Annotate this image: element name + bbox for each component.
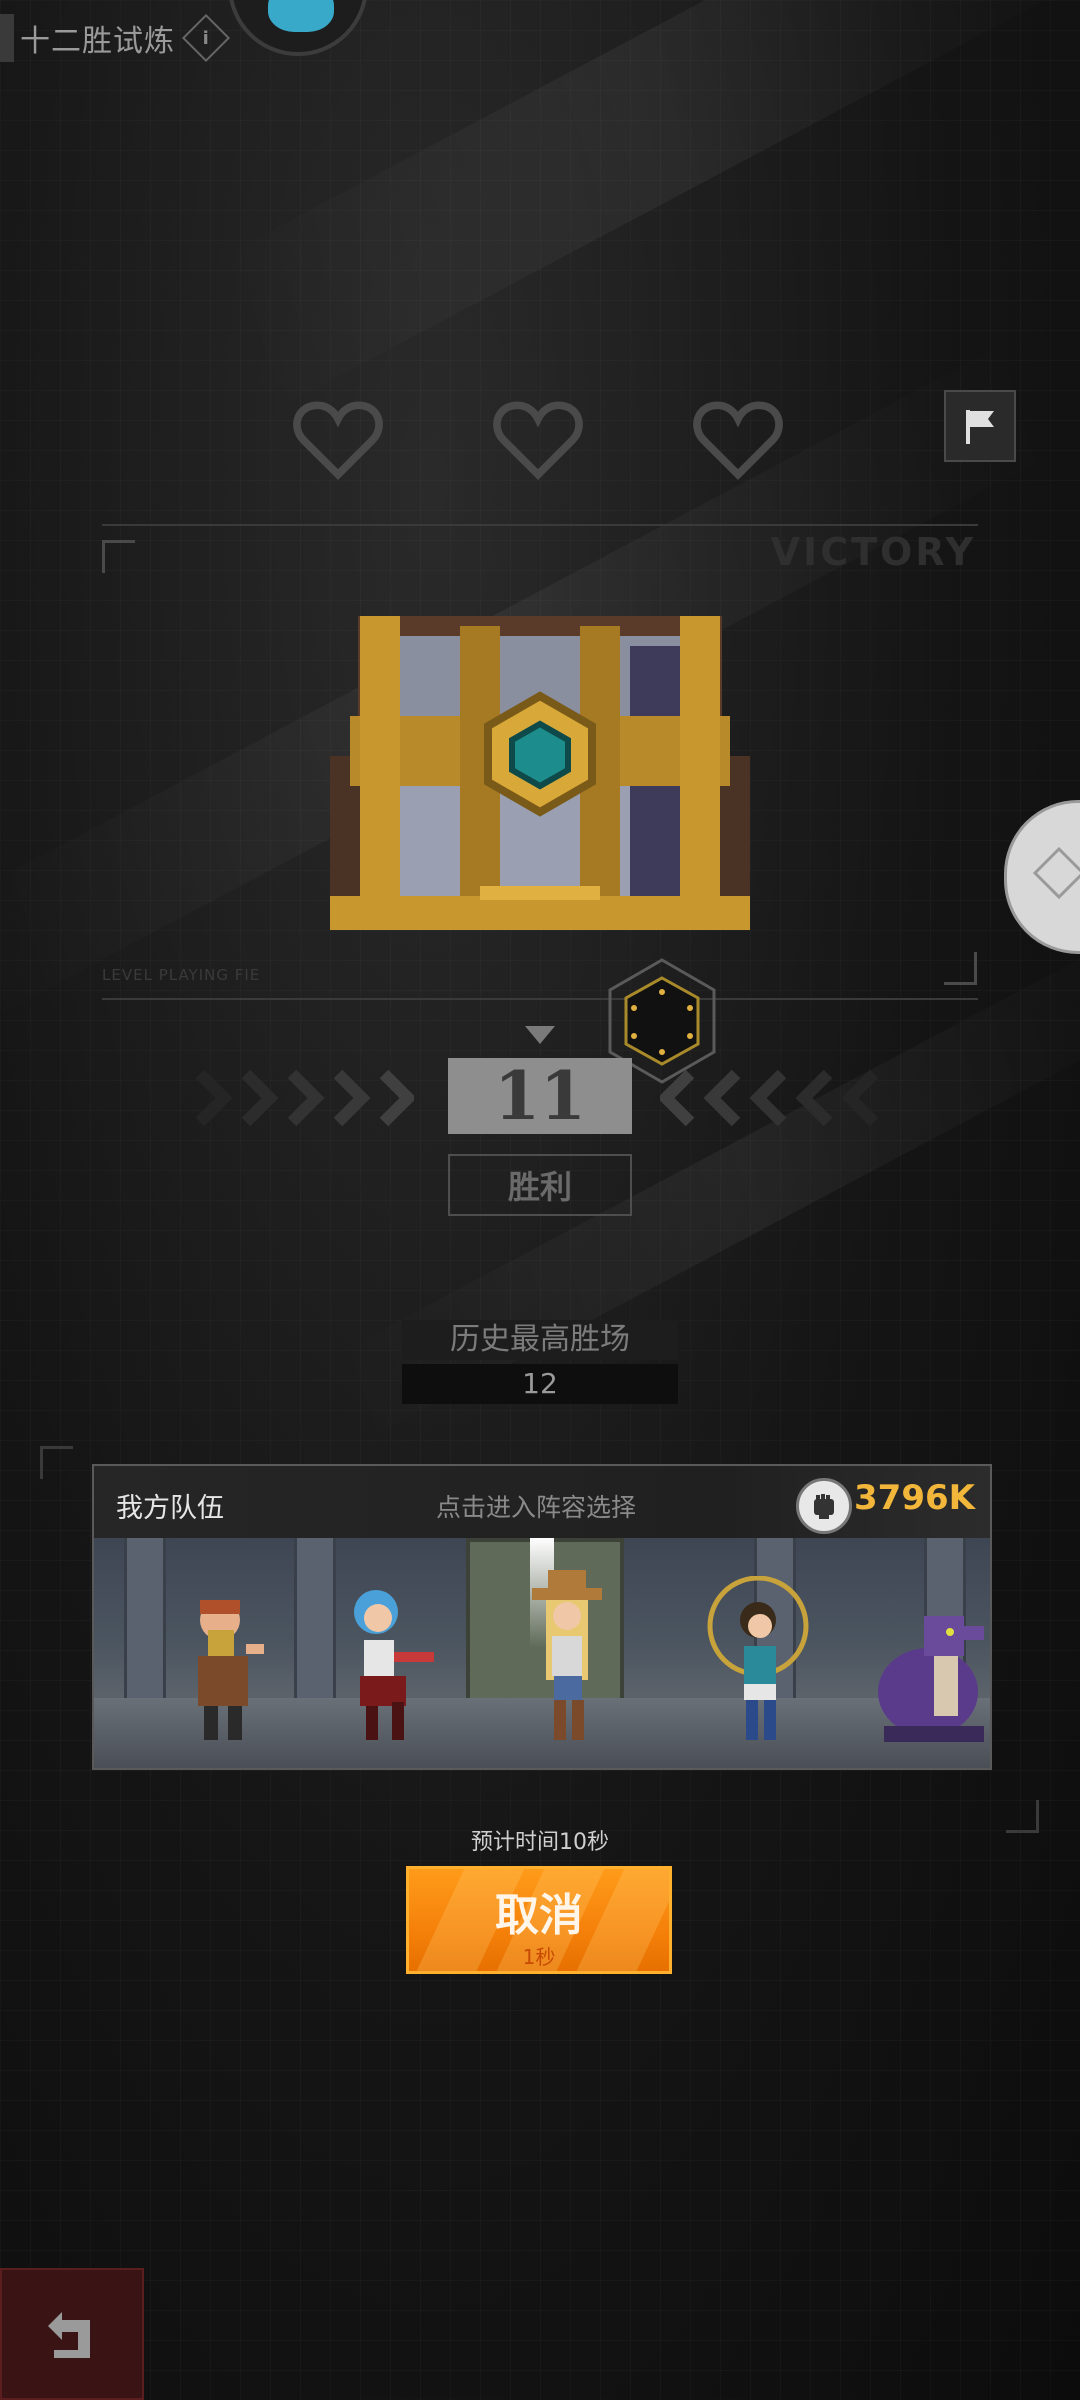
win-label: 胜利 (448, 1154, 632, 1216)
heart-icon (293, 401, 383, 480)
info-icon[interactable]: i (181, 13, 231, 63)
mode-title-group: 十二胜试炼 i (0, 13, 231, 63)
hero-dragon (878, 1616, 984, 1742)
team-header: 我方队伍 点击进入阵容选择 3796K (94, 1466, 990, 1538)
panel-corner (102, 540, 135, 573)
return-icon (48, 2312, 90, 2358)
win-count: 11 (448, 1057, 632, 1135)
heart-icon (693, 401, 783, 480)
team-corner (40, 1446, 73, 1479)
estimated-time: 预计时间10秒 (471, 1830, 609, 1855)
lives-row (290, 392, 786, 488)
best-record-value: 12 (402, 1364, 678, 1404)
treasure-chest (330, 616, 750, 930)
hero-cowgirl (532, 1570, 602, 1740)
heart-icon (493, 401, 583, 480)
diamond-icon (1032, 846, 1080, 900)
team-select-hint[interactable]: 点击进入阵容选择 (436, 1488, 636, 1524)
team-lineup-scene[interactable] (94, 1538, 990, 1768)
surrender-flag-button[interactable] (944, 390, 1016, 462)
flag-icon (966, 410, 994, 444)
team-title: 我方队伍 (116, 1493, 224, 1524)
panel-bottom-line (102, 998, 978, 1000)
team-panel[interactable]: 我方队伍 点击进入阵容选择 3796K (92, 1464, 992, 1770)
cancel-button[interactable]: 取消 1秒 (406, 1866, 672, 1974)
scene-pillar (124, 1538, 166, 1708)
best-record-label: 历史最高胜场 (402, 1320, 678, 1360)
elapsed-time: 1秒 (522, 1945, 556, 1969)
progress-pointer (525, 1026, 555, 1044)
right-chevrons (660, 1069, 879, 1127)
team-power: 3796K (854, 1478, 975, 1518)
fist-icon (796, 1478, 852, 1534)
panel-corner (944, 952, 977, 985)
mode-title: 十二胜试炼 (20, 24, 175, 59)
panel-top-line (102, 524, 978, 526)
hero-blue-hair (354, 1590, 434, 1740)
left-chevrons (195, 1069, 414, 1127)
hero-whip (707, 1576, 809, 1740)
title-accent-bar (0, 14, 14, 62)
hero-dwarf (198, 1600, 264, 1740)
level-caption: LEVEL PLAYING FIE (102, 966, 261, 984)
victory-watermark: VICTORY (770, 530, 976, 574)
back-button[interactable] (0, 2268, 144, 2400)
cancel-label: 取消 (495, 1890, 583, 1941)
